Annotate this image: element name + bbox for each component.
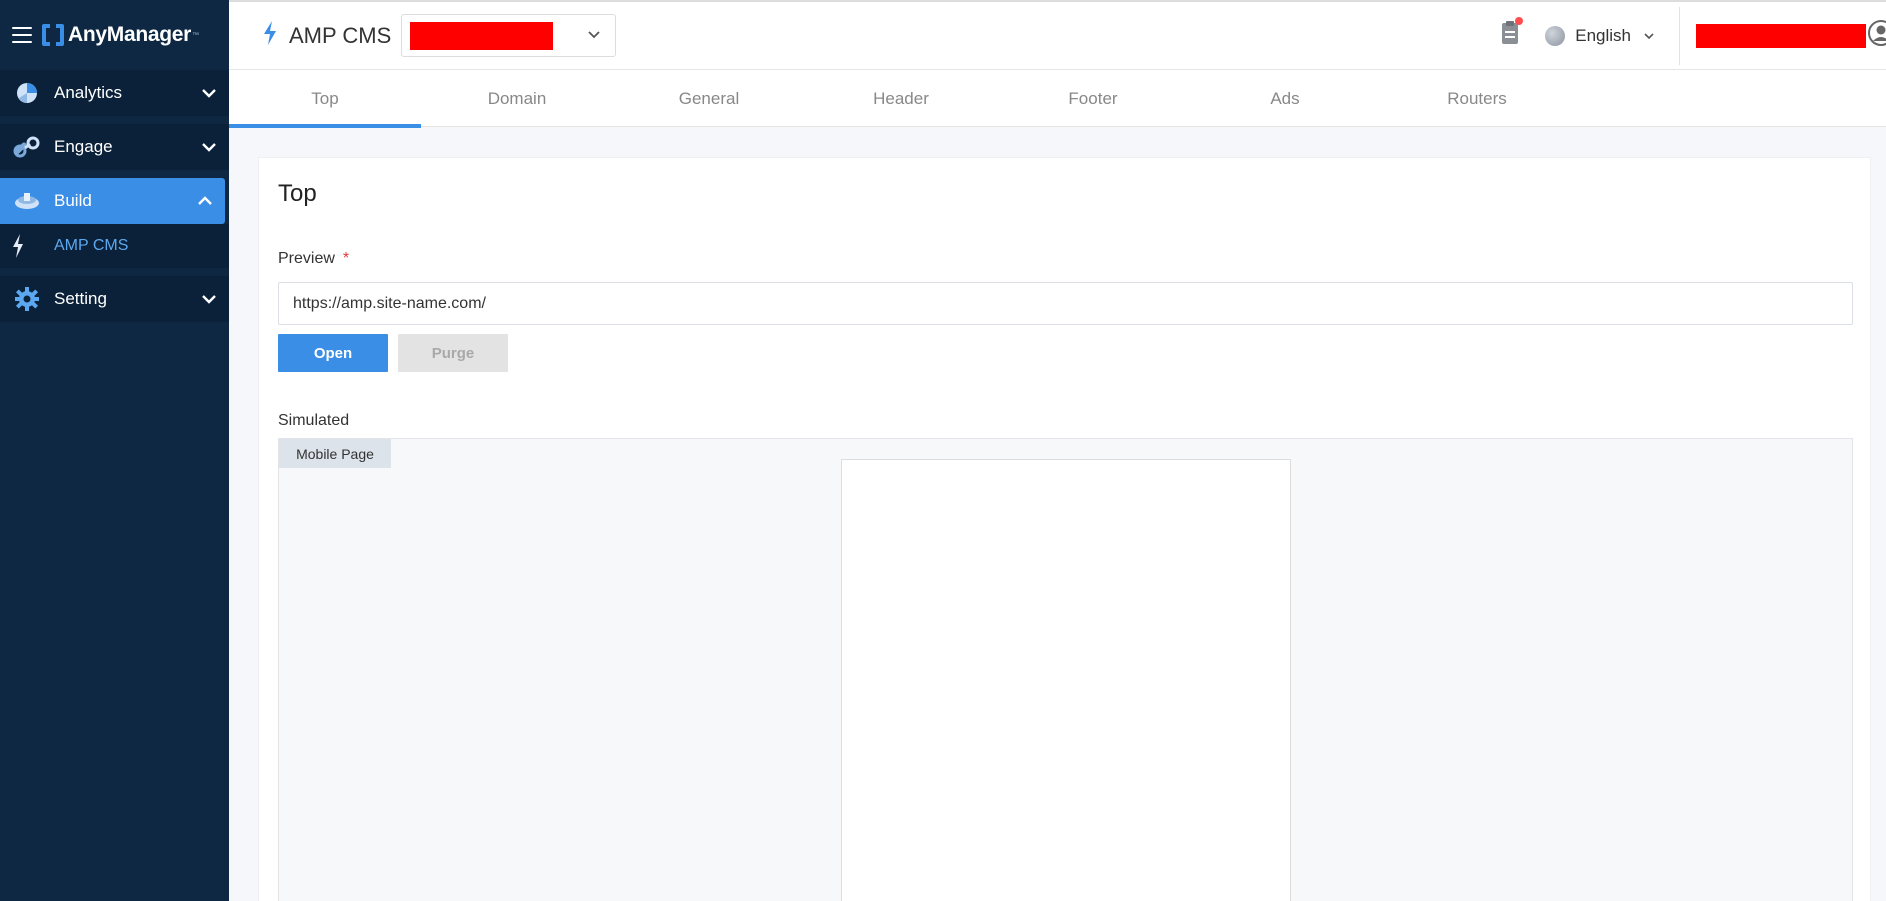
- tab-ads[interactable]: Ads: [1189, 70, 1381, 127]
- language-select[interactable]: English: [1545, 25, 1655, 46]
- top-header: AMP CMS English: [229, 0, 1886, 70]
- tab-top[interactable]: Top: [229, 70, 421, 128]
- chevron-down-icon: [189, 293, 229, 305]
- user-avatar-icon[interactable]: [1868, 20, 1886, 51]
- lightning-icon: [0, 233, 36, 259]
- simulated-label: Simulated: [278, 412, 350, 429]
- sidebar-item-analytics[interactable]: Analytics: [0, 70, 229, 116]
- chevron-up-icon: [185, 195, 225, 207]
- required-mark: *: [342, 250, 350, 267]
- globe-icon: [1545, 25, 1566, 46]
- preview-label: Preview *: [278, 250, 349, 268]
- sidebar-item-label: Analytics: [54, 83, 123, 102]
- language-label: English: [1575, 25, 1631, 45]
- chevron-down-icon: [189, 141, 229, 153]
- sidebar: AnyManager ™ Analytics Engage Build AMP …: [0, 0, 229, 901]
- logo-mark-icon: [42, 22, 64, 48]
- sidebar-item-setting[interactable]: Setting: [0, 276, 229, 322]
- sidebar-item-label: Build: [54, 191, 92, 210]
- gear-icon: [0, 286, 54, 312]
- tab-footer[interactable]: Footer: [997, 70, 1189, 127]
- redacted-username[interactable]: [1696, 23, 1866, 48]
- section-title: Top: [278, 180, 317, 207]
- app-trademark: ™: [192, 31, 200, 39]
- mobile-page-preview: [841, 459, 1291, 901]
- app-logo[interactable]: AnyManager ™: [42, 22, 200, 48]
- build-icon: [0, 191, 54, 211]
- preview-label-text: Preview: [278, 250, 335, 267]
- sidebar-subitem-label: AMP CMS: [54, 237, 129, 254]
- simulated-frame: Mobile Page: [278, 438, 1853, 901]
- preview-url-input[interactable]: [278, 282, 1853, 325]
- lightning-icon: [261, 20, 279, 51]
- tab-domain[interactable]: Domain: [421, 70, 613, 127]
- app-name: AnyManager: [68, 23, 192, 46]
- chevron-down-icon: [1643, 27, 1655, 45]
- sidebar-item-build[interactable]: Build: [0, 178, 225, 224]
- site-select[interactable]: [401, 14, 617, 57]
- tab-general[interactable]: General: [613, 70, 805, 127]
- sidebar-item-label: Setting: [54, 289, 107, 308]
- redacted-site-name: [410, 21, 554, 50]
- logo-bar: AnyManager ™: [0, 0, 229, 70]
- header-divider: [1679, 6, 1680, 65]
- notification-dot: [1515, 17, 1524, 25]
- purge-button[interactable]: Purge: [398, 334, 508, 372]
- open-button[interactable]: Open: [278, 334, 388, 372]
- notifications-doc-icon[interactable]: [1501, 17, 1524, 50]
- mobile-page-tag[interactable]: Mobile Page: [279, 439, 391, 468]
- pie-chart-icon: [0, 81, 54, 105]
- sidebar-item-label: Engage: [54, 137, 113, 156]
- chevron-down-icon: [189, 87, 229, 99]
- link-icon: [0, 135, 54, 159]
- menu-icon[interactable]: [12, 27, 32, 43]
- chevron-down-icon: [587, 27, 601, 45]
- content-card: Top Preview * Open Purge Simulated Mobile…: [258, 157, 1871, 901]
- tab-header[interactable]: Header: [805, 70, 997, 127]
- sidebar-subitem-amp-cms[interactable]: AMP CMS: [0, 224, 229, 268]
- page-name: AMP CMS: [289, 22, 392, 48]
- tab-routers[interactable]: Routers: [1381, 70, 1573, 127]
- tab-bar: Top Domain General Header Footer Ads Rou…: [229, 70, 1886, 128]
- sidebar-item-engage[interactable]: Engage: [0, 124, 229, 170]
- header-right: English: [1501, 2, 1886, 69]
